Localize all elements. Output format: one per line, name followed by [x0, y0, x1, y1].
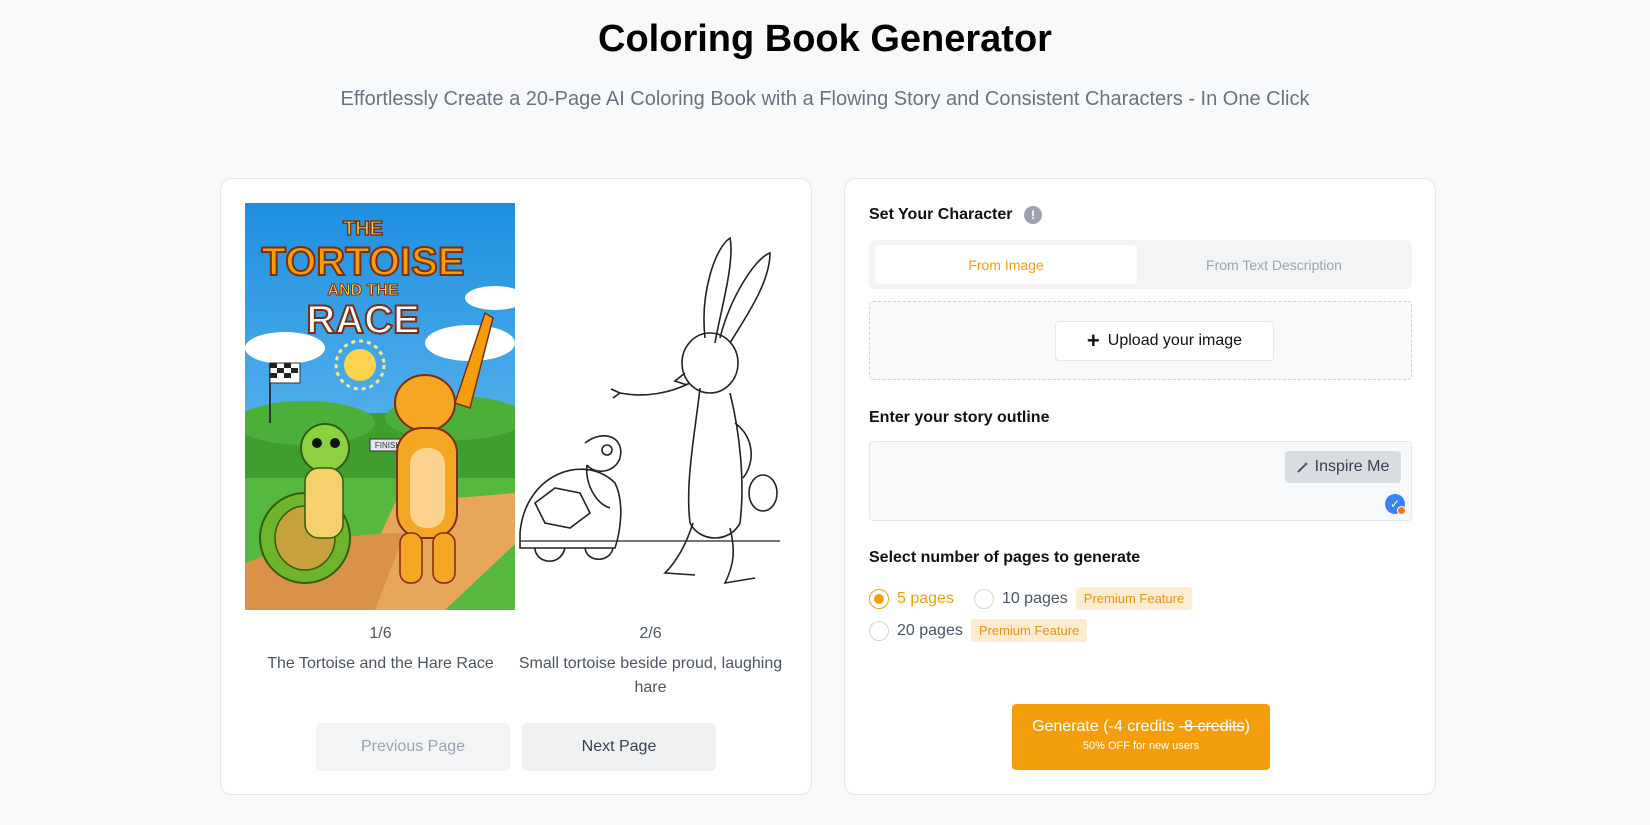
- radio-10-pages[interactable]: 10 pages: [973, 588, 1068, 609]
- info-icon[interactable]: !: [1024, 206, 1042, 224]
- upload-dropzone[interactable]: + Upload your image: [869, 301, 1412, 380]
- pages-radio-group: 5 pages 10 pages Premium Feature: [869, 587, 1193, 610]
- radio-label: 5 pages: [897, 589, 954, 607]
- premium-badge: Premium Feature: [1075, 587, 1193, 610]
- page-number: 2/6: [639, 625, 662, 642]
- premium-badge: Premium Feature: [970, 619, 1088, 642]
- radio-label: 20 pages: [897, 621, 963, 639]
- radio-circle-icon: [869, 620, 889, 641]
- preview-card: FINISH THE TORTOISE AND THE RACE 1/6 2/6…: [220, 178, 812, 795]
- previous-page-button[interactable]: Previous Page: [316, 723, 510, 771]
- radio-circle-icon: [869, 588, 889, 609]
- generate-label: Generate (-4 credits -8 credits): [1032, 718, 1250, 735]
- story-outline-label: Enter your story outline: [869, 409, 1050, 426]
- upload-image-button[interactable]: + Upload your image: [1055, 321, 1274, 361]
- tab-from-text-description[interactable]: From Text Description: [1143, 245, 1405, 284]
- check-icon[interactable]: ✓: [1385, 494, 1406, 515]
- generate-discount-note: 50% OFF for new users: [1082, 740, 1200, 752]
- radio-label: 10 pages: [1001, 589, 1068, 607]
- cover-title-line2: TORTOISE: [261, 240, 464, 284]
- settings-card: Set Your Character ! From Image From Tex…: [844, 178, 1436, 795]
- pages-count-label: Select number of pages to generate: [869, 549, 1141, 566]
- page-number: 1/6: [369, 625, 392, 642]
- lineart-image[interactable]: [515, 203, 786, 610]
- radio-circle-icon: [973, 588, 994, 609]
- cover-image[interactable]: FINISH THE TORTOISE AND THE RACE: [245, 203, 516, 610]
- page-caption: Small tortoise beside proud, laughing ha…: [518, 655, 783, 696]
- upload-label: Upload your image: [1107, 332, 1243, 349]
- page-subtitle: Effortlessly Create a 20-Page AI Colorin…: [340, 88, 1310, 110]
- page-title: Coloring Book Generator: [598, 18, 1052, 60]
- cover-title-line3: AND THE: [327, 282, 398, 299]
- character-source-tabs: From Image From Text Description: [869, 240, 1412, 289]
- cover-title-line4: RACE: [306, 298, 419, 342]
- tab-from-image[interactable]: From Image: [875, 245, 1137, 284]
- pages-radio-group-row2: 20 pages Premium Feature: [869, 619, 1088, 642]
- cover-title-line1: THE: [343, 218, 383, 240]
- next-page-button[interactable]: Next Page: [522, 723, 716, 771]
- generate-button[interactable]: Generate (-4 credits -8 credits) 50% OFF…: [1012, 704, 1270, 770]
- page-caption: The Tortoise and the Hare Race: [267, 655, 494, 672]
- character-label: Set Your Character: [869, 206, 1013, 223]
- plus-icon: +: [1086, 328, 1100, 353]
- radio-5-pages[interactable]: 5 pages: [869, 588, 954, 609]
- story-outline-input[interactable]: Inspire Me ✓: [869, 441, 1412, 521]
- inspire-me-button[interactable]: Inspire Me: [1285, 451, 1401, 483]
- magic-wand-icon: [1297, 462, 1308, 473]
- radio-20-pages[interactable]: 20 pages: [869, 620, 963, 641]
- inspire-me-label: Inspire Me: [1314, 458, 1390, 475]
